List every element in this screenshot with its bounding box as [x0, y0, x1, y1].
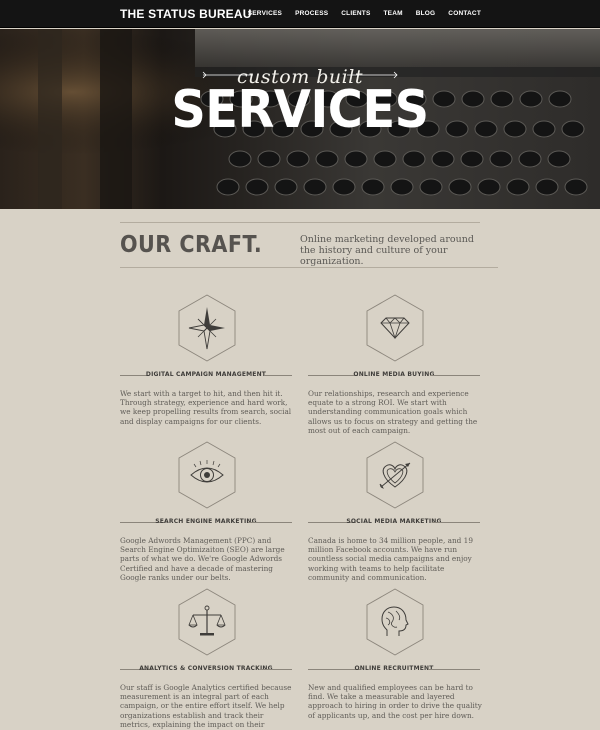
- site-logo[interactable]: THE STATUS BUREAU: [120, 7, 252, 21]
- nav-link-services[interactable]: SERVICES: [248, 10, 282, 17]
- hero-banner: custom built SERVICES: [0, 29, 600, 209]
- section-title: OUR CRAFT.: [120, 232, 263, 258]
- scales-icon: [178, 588, 236, 656]
- diamond-icon: [366, 294, 424, 362]
- service-description: Google Adwords Management (PPC) and Sear…: [120, 536, 285, 582]
- compass-rose-icon: [178, 294, 236, 362]
- title-line-right: [248, 522, 292, 523]
- service-description: We start with a target to hit, and then …: [120, 389, 292, 426]
- title-line-right: [428, 669, 480, 670]
- service-title-row: DIGITAL CAMPAIGN MANAGEMENT: [120, 370, 292, 380]
- hero-title: SERVICES: [171, 80, 429, 140]
- service-title-row: ONLINE RECRUITMENT: [308, 664, 480, 674]
- main-nav: SERVICES PROCESS CLIENTS TEAM BLOG CONTA…: [248, 10, 481, 17]
- divider-top: [120, 222, 480, 223]
- divider-bottom: [120, 267, 498, 268]
- title-line-right: [260, 669, 292, 670]
- service-description: Our relationships, research and experien…: [308, 389, 478, 435]
- heart-arrow-icon: [366, 441, 424, 509]
- title-line-right: [264, 375, 292, 376]
- section-description: Online marketing developed around the hi…: [300, 234, 474, 267]
- nav-link-contact[interactable]: CONTACT: [448, 10, 481, 17]
- nav-link-clients[interactable]: CLIENTS: [341, 10, 370, 17]
- service-description: Our staff is Google Analytics certified …: [120, 683, 292, 730]
- service-title-row: SEARCH ENGINE MARKETING: [120, 517, 292, 527]
- service-description: New and qualified employees can be hard …: [308, 683, 482, 720]
- top-navigation-bar: THE STATUS BUREAU SERVICES PROCESS CLIEN…: [0, 0, 600, 28]
- service-title-row: SOCIAL MEDIA MARKETING: [308, 517, 480, 527]
- nav-link-blog[interactable]: BLOG: [416, 10, 436, 17]
- head-profile-icon: [366, 588, 424, 656]
- eye-icon: [178, 441, 236, 509]
- service-title-row: ONLINE MEDIA BUYING: [308, 370, 480, 380]
- service-title-row: ANALYTICS & CONVERSION TRACKING: [120, 664, 292, 674]
- nav-link-team[interactable]: TEAM: [384, 10, 403, 17]
- title-line-right: [432, 522, 480, 523]
- nav-link-process[interactable]: PROCESS: [295, 10, 328, 17]
- title-line-right: [430, 375, 480, 376]
- service-description: Canada is home to 34 million people, and…: [308, 536, 473, 582]
